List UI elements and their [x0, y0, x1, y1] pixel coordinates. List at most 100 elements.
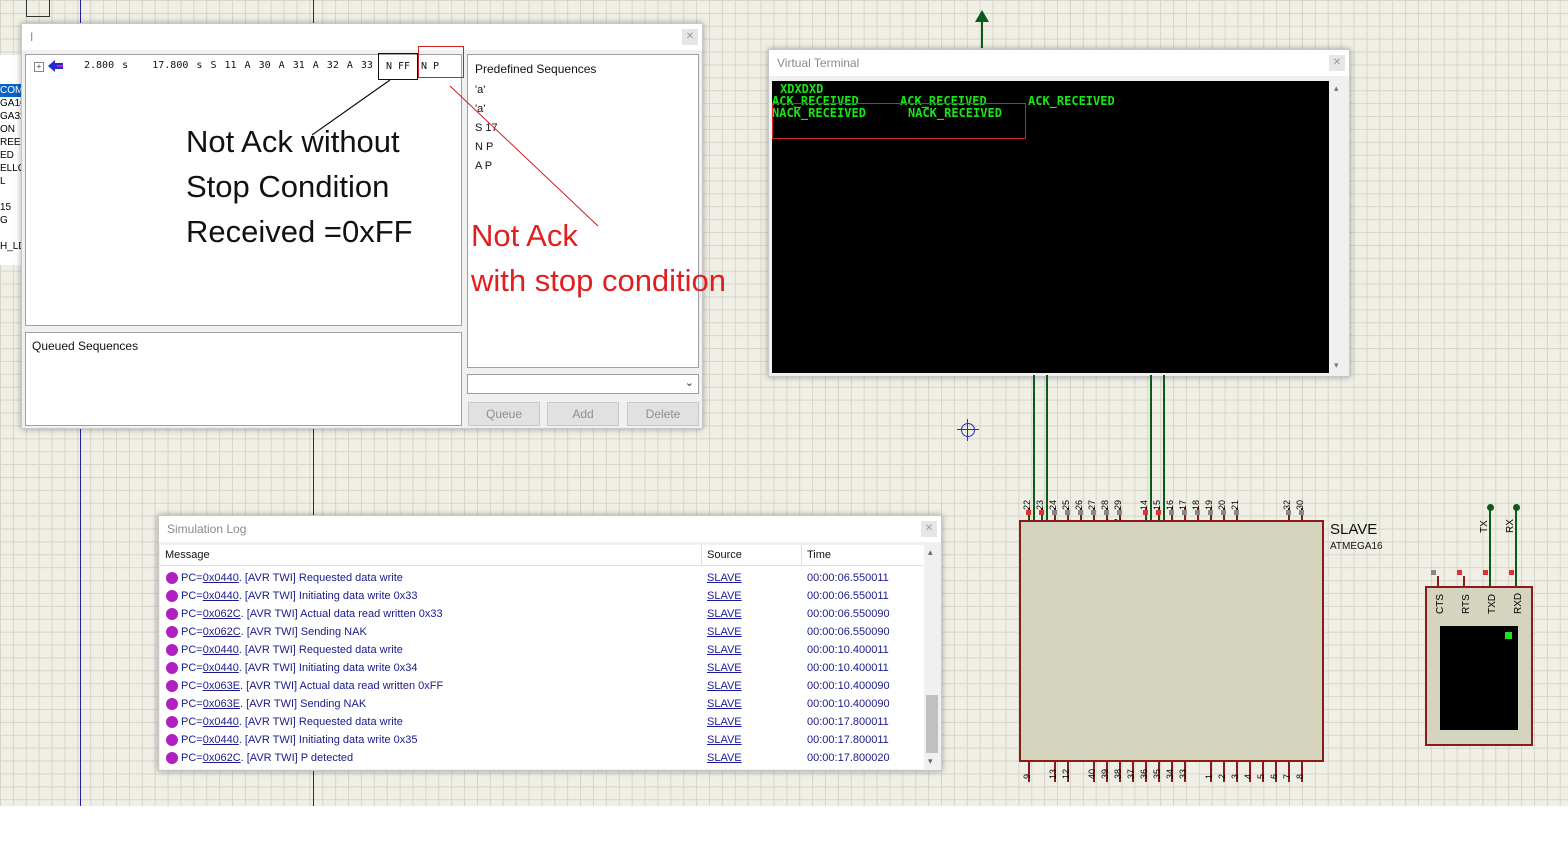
log-row[interactable]: PC=0x0440. [AVR TWI] Initiating data wri… — [160, 659, 920, 677]
scroll-up-icon[interactable]: ▴ — [928, 547, 933, 558]
log-source-link[interactable]: SLAVE — [707, 731, 742, 749]
log-source-link[interactable]: SLAVE — [707, 569, 742, 587]
chip-part: ATMEGA16 — [1330, 541, 1383, 552]
pin-state-marker — [1156, 510, 1161, 515]
log-source-link[interactable]: SLAVE — [707, 623, 742, 641]
log-row[interactable]: PC=0x0440. [AVR TWI] Initiating data wri… — [160, 587, 920, 605]
log-text: . [AVR TWI] Actual data read written 0xF… — [240, 680, 444, 692]
chip-pin-number: 21 — [1230, 499, 1240, 510]
pc-prefix: PC= — [181, 662, 203, 674]
simulation-log-window[interactable]: Simulation Log ✕ Message Source Time PC=… — [158, 515, 942, 771]
pin-marker — [1483, 570, 1488, 575]
log-time: 00:00:17.800011 — [807, 716, 889, 728]
pc-link[interactable]: 0x0440 — [203, 590, 239, 602]
log-row[interactable]: PC=0x062C. [AVR TWI] Sending NAK SLAVE 00:… — [160, 623, 920, 641]
wire-txd — [1163, 375, 1165, 520]
pc-link[interactable]: 0x062C — [203, 608, 241, 620]
log-time: 00:00:06.550011 — [807, 572, 889, 584]
log-row[interactable]: PC=0x063E. [AVR TWI] Actual data read wr… — [160, 677, 920, 695]
chip-pin-number: 16 — [1165, 499, 1175, 510]
pin-state-marker — [1065, 510, 1070, 515]
atmega16-chip[interactable] — [1019, 520, 1324, 762]
log-row[interactable]: PC=0x0440. [AVR TWI] Requested data writ… — [160, 641, 920, 659]
log-scrollbar[interactable]: ▴ ▾ — [924, 545, 940, 769]
log-source-link[interactable]: SLAVE — [707, 677, 742, 695]
log-time: 00:00:06.550011 — [807, 590, 889, 602]
pc-link[interactable]: 0x0440 — [203, 734, 239, 746]
pc-link[interactable]: 0x063E — [203, 680, 240, 692]
window-title: Simulation Log — [159, 516, 941, 542]
log-source-link[interactable]: SLAVE — [707, 605, 742, 623]
pin-state-marker — [1078, 510, 1083, 515]
pc-prefix: PC= — [181, 734, 203, 746]
log-row[interactable]: PC=0x062C. [AVR TWI] P detected SLAVE 00:0… — [160, 749, 920, 767]
pc-link[interactable]: 0x0440 — [203, 644, 239, 656]
wire-rxd — [1150, 375, 1152, 520]
terminal-scrollbar[interactable]: ▴ ▾ — [1330, 81, 1347, 373]
window-title: Virtual Terminal — [769, 50, 1349, 76]
log-message: PC=0x062C. [AVR TWI] P detected — [181, 749, 353, 767]
pin-marker — [1509, 570, 1514, 575]
chip-pin-number: 35 — [1152, 768, 1162, 779]
chip-pin-number: 14 — [1139, 499, 1149, 510]
scroll-up-icon[interactable]: ▴ — [1334, 83, 1339, 94]
bug-icon — [166, 680, 178, 692]
pin-state-marker — [1104, 510, 1109, 515]
chip-pin-number: 8 — [1295, 773, 1305, 779]
log-time: 00:00:17.800011 — [807, 734, 889, 746]
log-source-link[interactable]: SLAVE — [707, 713, 742, 731]
pc-link[interactable]: 0x0440 — [203, 662, 239, 674]
pc-prefix: PC= — [181, 626, 203, 638]
pc-link[interactable]: 0x0440 — [203, 572, 239, 584]
pin-state-marker — [1143, 510, 1148, 515]
pc-link[interactable]: 0x062C — [203, 626, 241, 638]
chip-pin-number: 3 — [1230, 773, 1240, 779]
log-row[interactable]: PC=0x063E. [AVR TWI] Sending NAK SLAVE 00:… — [160, 695, 920, 713]
pc-prefix: PC= — [181, 698, 203, 710]
close-button[interactable]: ✕ — [921, 521, 937, 537]
log-source-link[interactable]: SLAVE — [707, 695, 742, 713]
terminal-screen[interactable]: XDXDXD ACK_RECEIVED ACK_RECEIVED ACK_REC… — [772, 81, 1329, 373]
log-text: . [AVR TWI] Initiating data write 0x35 — [238, 734, 418, 746]
log-table[interactable]: Message Source Time PC=0x0440. [AVR TWI]… — [160, 545, 940, 769]
col-message[interactable]: Message — [165, 545, 210, 565]
log-text: . [AVR TWI] Sending NAK — [240, 698, 367, 710]
log-text: . [AVR TWI] Requested data write — [238, 716, 403, 728]
log-source-link[interactable]: SLAVE — [707, 749, 742, 767]
pc-link[interactable]: 0x0440 — [203, 716, 239, 728]
log-source-link[interactable]: SLAVE — [707, 659, 742, 677]
log-text: . [AVR TWI] Initiating data write 0x34 — [238, 662, 418, 674]
chip-pin-number: 18 — [1191, 499, 1201, 510]
col-time[interactable]: Time — [807, 545, 831, 565]
pc-link[interactable]: 0x062C — [203, 752, 241, 764]
chip-pin-number: 1 — [1204, 773, 1214, 779]
terminal-pin — [1463, 576, 1465, 586]
log-text: . [AVR TWI] Requested data write — [238, 572, 403, 584]
log-text: . [AVR TWI] P detected — [240, 752, 354, 764]
log-row[interactable]: PC=0x0440. [AVR TWI] Requested data writ… — [160, 713, 920, 731]
pin-state-marker — [1195, 510, 1200, 515]
log-source-link[interactable]: SLAVE — [707, 587, 742, 605]
pin-state-marker — [1052, 510, 1057, 515]
log-time: 00:00:10.400090 — [807, 698, 890, 710]
log-time: 00:00:17.800020 — [807, 752, 890, 764]
chip-pin-number: 33 — [1178, 768, 1188, 779]
log-time: 00:00:10.400011 — [807, 644, 889, 656]
log-row[interactable]: PC=0x062C. [AVR TWI] Actual data read wr… — [160, 605, 920, 623]
log-source-link[interactable]: SLAVE — [707, 641, 742, 659]
log-row[interactable]: PC=0x0440. [AVR TWI] Requested data writ… — [160, 569, 920, 587]
bug-icon — [166, 590, 178, 602]
virtual-terminal-window[interactable]: Virtual Terminal ✕ XDXDXD ACK_RECEIVED A… — [768, 49, 1350, 377]
col-divider — [701, 545, 702, 565]
scroll-thumb[interactable] — [926, 695, 938, 753]
chip-pin-number: 13 — [1048, 768, 1058, 779]
scroll-down-icon[interactable]: ▾ — [1334, 360, 1339, 371]
pc-prefix: PC= — [181, 752, 203, 764]
pc-link[interactable]: 0x063E — [203, 698, 240, 710]
close-button[interactable]: ✕ — [1329, 55, 1345, 71]
col-source[interactable]: Source — [707, 545, 742, 565]
scroll-down-icon[interactable]: ▾ — [928, 756, 933, 767]
log-row[interactable]: PC=0x0440. [AVR TWI] Initiating data wri… — [160, 731, 920, 749]
log-rows: PC=0x0440. [AVR TWI] Requested data writ… — [160, 569, 923, 769]
chip-pin-number: 17 — [1178, 499, 1188, 510]
